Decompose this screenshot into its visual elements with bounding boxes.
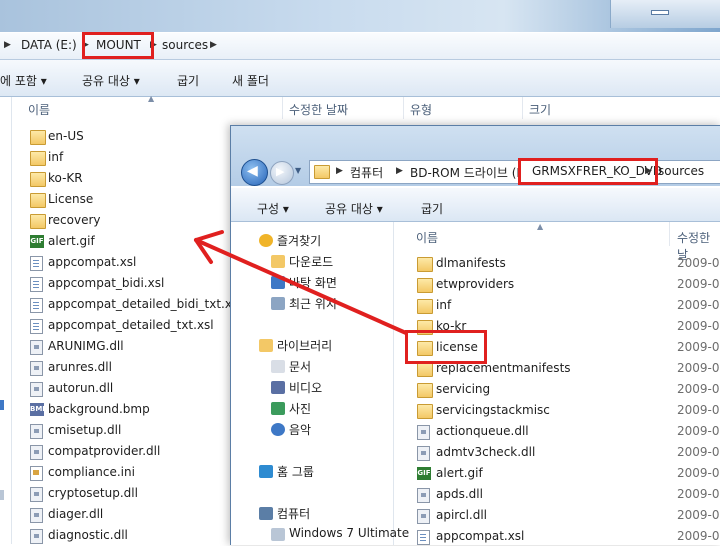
annotation-arrow	[194, 230, 408, 335]
annotation-arrow-icon	[194, 230, 408, 335]
